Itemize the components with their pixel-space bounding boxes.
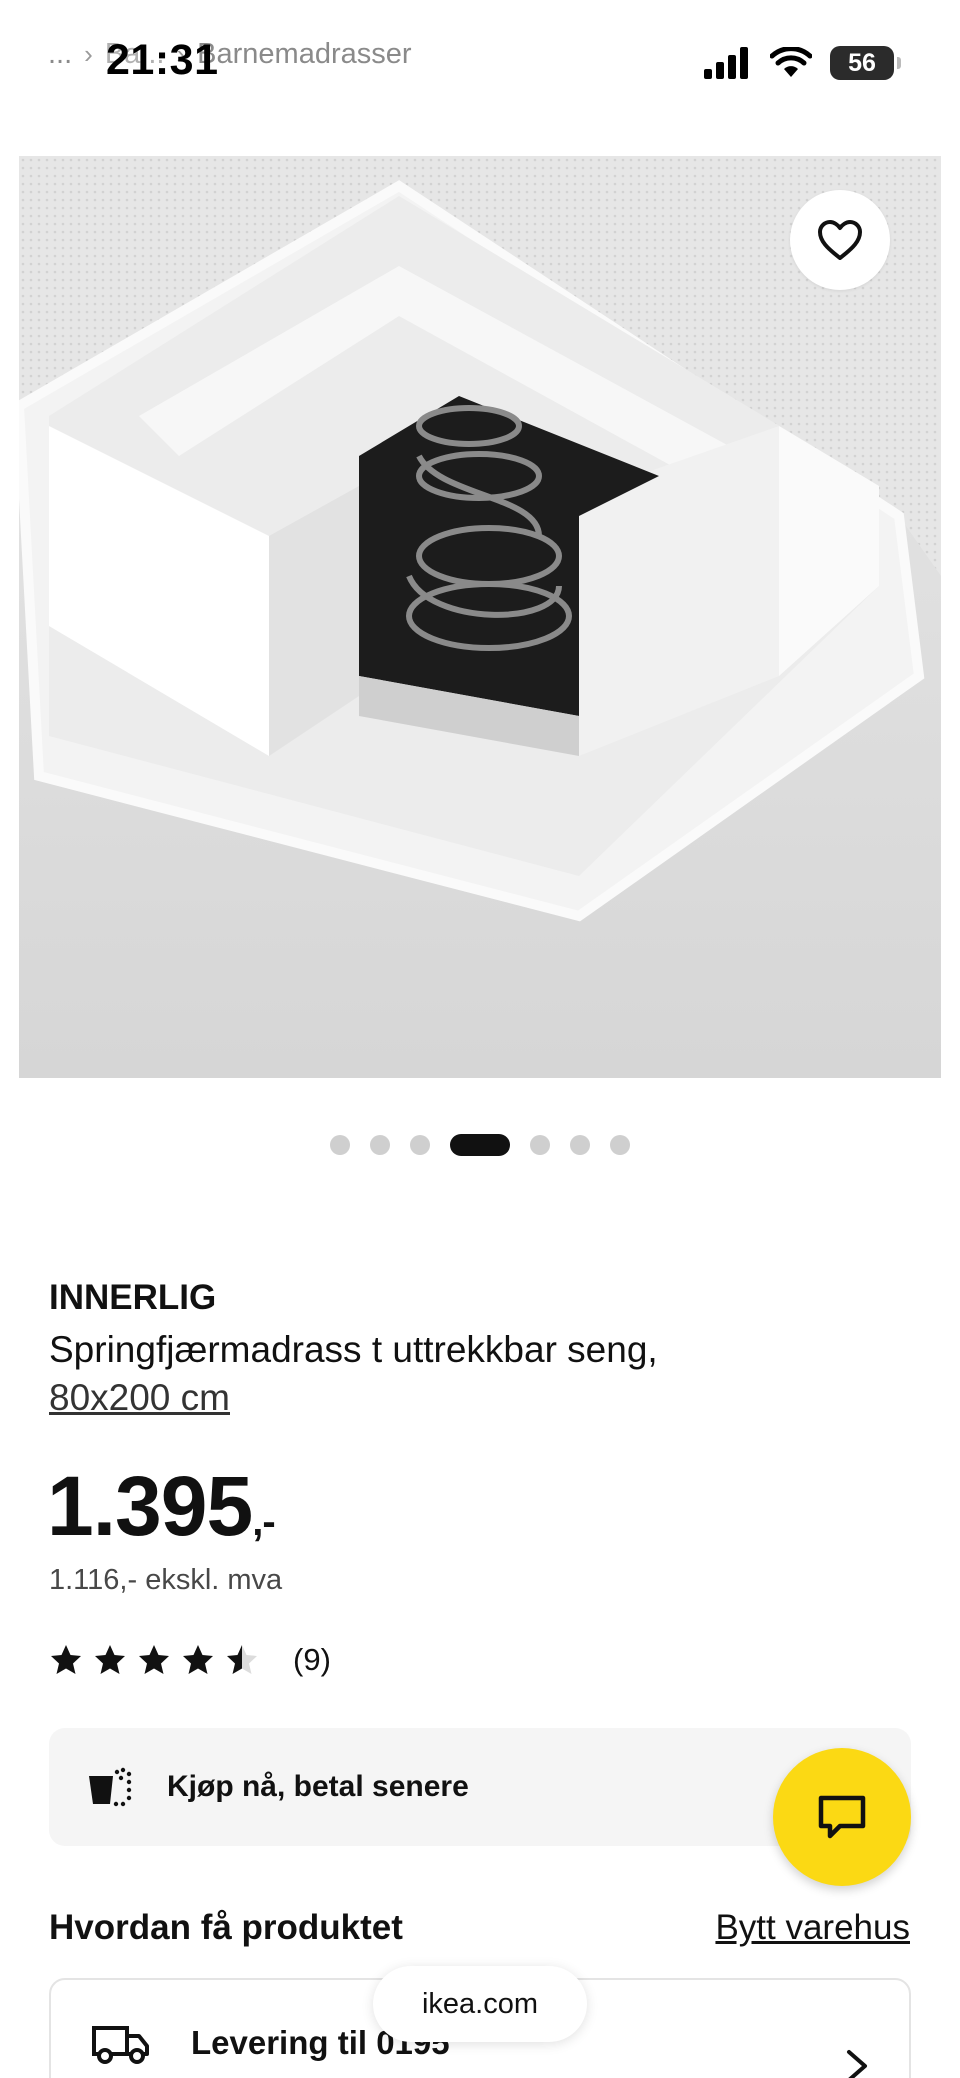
chat-button[interactable] <box>773 1748 911 1886</box>
carousel-dot-active[interactable] <box>450 1134 510 1156</box>
price-ex-vat: 1.116,- ekskl. mva <box>49 1564 283 1596</box>
product-description: Springfjærmadrass t uttrekkbar seng, 80x… <box>49 1326 909 1422</box>
product-name: INNERLIG <box>49 1278 217 1317</box>
price-suffix: ,- <box>252 1500 275 1544</box>
rating[interactable]: (9) <box>49 1642 331 1678</box>
carousel-dot[interactable] <box>570 1135 590 1155</box>
carousel-dot[interactable] <box>330 1135 350 1155</box>
cellular-signal-icon <box>704 47 748 79</box>
product-image[interactable] <box>19 156 941 1078</box>
carousel-dot[interactable] <box>610 1135 630 1155</box>
carousel-dot[interactable] <box>370 1135 390 1155</box>
fulfilment-title: Hvordan få produktet <box>49 1908 403 1947</box>
star-half-icon <box>227 1645 257 1674</box>
star-full-icon <box>95 1645 125 1674</box>
mattress-cutaway-illustration <box>19 156 941 1078</box>
chevron-right-icon <box>847 2050 867 2078</box>
carousel-dot[interactable] <box>410 1135 430 1155</box>
star-full-icon <box>183 1645 213 1674</box>
breadcrumb: ... › Ba... › Barnemadrasser <box>48 38 412 71</box>
truck-icon <box>92 2026 149 2064</box>
heart-outline-icon <box>818 220 862 260</box>
cart-dotted-icon <box>89 1767 132 1807</box>
product-description-text: Springfjærmadrass t uttrekkbar seng, <box>49 1329 658 1370</box>
change-store-link[interactable]: Bytt varehus <box>715 1908 910 1948</box>
star-full-icon <box>51 1645 81 1674</box>
breadcrumb-current[interactable]: Barnemadrasser <box>197 38 411 71</box>
carousel-indicator[interactable] <box>0 1134 960 1156</box>
breadcrumb-ellipsis[interactable]: ... <box>48 38 72 71</box>
pay-later-label: Kjøp nå, betal senere <box>167 1770 469 1803</box>
status-bar: ... › Ba... › Barnemadrasser 21:31 56 <box>0 0 960 120</box>
chat-bubble-icon <box>818 1795 866 1839</box>
battery-indicator: 56 <box>830 46 901 80</box>
system-icons: 56 <box>704 46 901 80</box>
favourite-button[interactable] <box>790 190 890 290</box>
status-time: 21:31 <box>106 36 219 84</box>
product-price: 1.395,- <box>47 1458 276 1555</box>
star-full-icon <box>139 1645 169 1674</box>
rating-count[interactable]: (9) <box>293 1642 331 1678</box>
wifi-icon <box>770 47 812 77</box>
browser-url-bar[interactable]: ikea.com <box>373 1966 587 2042</box>
carousel-dot[interactable] <box>530 1135 550 1155</box>
product-size-link[interactable]: 80x200 cm <box>49 1377 230 1418</box>
breadcrumb-separator-icon: › <box>84 39 93 69</box>
price-main: 1.395 <box>47 1459 253 1553</box>
rating-stars <box>49 1643 259 1677</box>
